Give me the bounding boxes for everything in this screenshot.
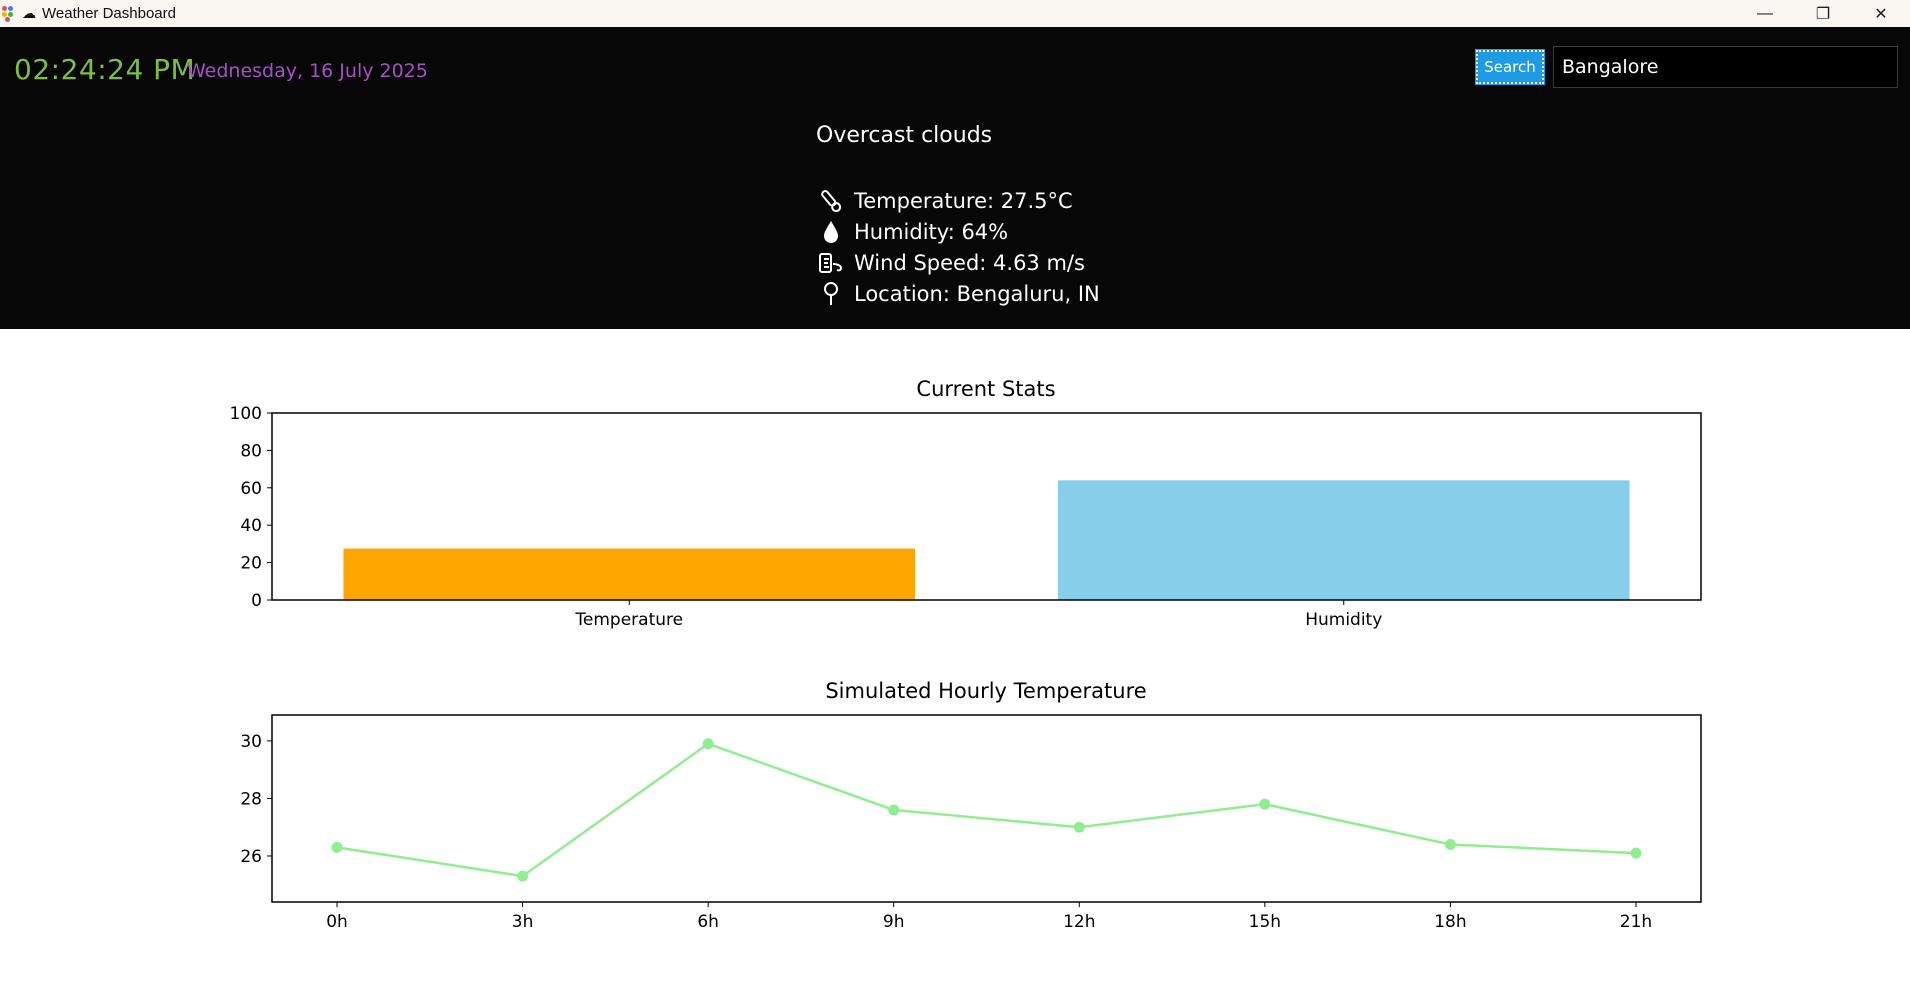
location-text: Location: Bengaluru, IN bbox=[854, 281, 1100, 306]
x-tick-label: 15h bbox=[1249, 912, 1281, 932]
window-title-group: ☁ Weather Dashboard bbox=[22, 5, 176, 22]
bar-temperature bbox=[343, 548, 916, 600]
restore-button[interactable]: ❐ bbox=[1794, 0, 1852, 27]
droplet-icon bbox=[816, 219, 846, 245]
y-tick-label: 60 bbox=[240, 479, 262, 499]
location-stat: Location: Bengaluru, IN bbox=[816, 278, 1100, 309]
y-tick-label: 30 bbox=[240, 732, 262, 752]
close-button[interactable]: ✕ bbox=[1852, 0, 1910, 27]
current-stats-chart: Current Stats Temperature Humidity 0 20 40 60… bbox=[230, 377, 1702, 630]
data-point bbox=[1073, 821, 1085, 833]
rain-cloud-icon: ☁ bbox=[22, 5, 36, 21]
x-tick-label: 0h bbox=[326, 912, 348, 932]
thermometer-icon bbox=[816, 188, 846, 214]
x-tick-label: 18h bbox=[1434, 912, 1466, 932]
clock: 02:24:24 PM bbox=[14, 53, 196, 86]
search-button[interactable]: Search bbox=[1475, 49, 1545, 85]
humidity-text: Humidity: 64% bbox=[854, 219, 1009, 244]
location-pin-icon bbox=[816, 281, 846, 307]
y-tick-label: 80 bbox=[240, 441, 262, 461]
minimize-button[interactable]: — bbox=[1736, 0, 1794, 27]
x-tick-label: Temperature bbox=[574, 610, 683, 630]
wind-icon bbox=[816, 250, 846, 276]
window-title: Weather Dashboard bbox=[42, 5, 176, 22]
data-point bbox=[517, 870, 529, 882]
y-tick-label: 26 bbox=[240, 847, 262, 867]
x-tick-label: 3h bbox=[512, 912, 534, 932]
data-point bbox=[702, 738, 714, 750]
bar-humidity bbox=[1057, 480, 1630, 600]
weather-stats: Temperature: 27.5°C Humidity: 64% Wind S… bbox=[816, 185, 1100, 309]
y-tick-label: 28 bbox=[240, 789, 262, 809]
data-point bbox=[1444, 838, 1456, 850]
temperature-text: Temperature: 27.5°C bbox=[854, 188, 1073, 213]
city-search-input[interactable] bbox=[1553, 46, 1898, 88]
data-point bbox=[1630, 847, 1642, 859]
y-tick-label: 40 bbox=[240, 516, 262, 536]
weather-header: 02:24:24 PM Wednesday, 16 July 2025 Sear… bbox=[0, 27, 1910, 329]
wind-speed-text: Wind Speed: 4.63 m/s bbox=[854, 250, 1085, 275]
humidity-stat: Humidity: 64% bbox=[816, 216, 1100, 247]
app-icon bbox=[2, 5, 14, 22]
temperature-stat: Temperature: 27.5°C bbox=[816, 185, 1100, 216]
hourly-temperature-line bbox=[336, 742, 1637, 878]
weather-condition: Overcast clouds bbox=[816, 123, 993, 148]
data-point bbox=[888, 804, 900, 816]
line-chart-frame bbox=[271, 714, 1702, 903]
y-tick-label: 100 bbox=[230, 404, 262, 424]
hourly-chart-title: Simulated Hourly Temperature bbox=[825, 679, 1146, 703]
charts-area: Current Stats Temperature Humidity 0 20 40 60… bbox=[230, 377, 1702, 932]
x-tick-label: 9h bbox=[883, 912, 905, 932]
current-stats-title: Current Stats bbox=[916, 377, 1055, 401]
x-tick-label: Humidity bbox=[1305, 610, 1382, 630]
y-tick-label: 20 bbox=[240, 554, 262, 574]
x-tick-label: 12h bbox=[1063, 912, 1095, 932]
x-tick-label: 21h bbox=[1620, 912, 1652, 932]
date-label: Wednesday, 16 July 2025 bbox=[187, 60, 428, 82]
hourly-temperature-chart: Simulated Hourly Temperature 0h 3h 6h 9h 12h… bbox=[240, 679, 1702, 932]
data-point bbox=[331, 841, 343, 853]
window-titlebar: ☁ Weather Dashboard — ❐ ✕ bbox=[0, 0, 1910, 28]
y-tick-label: 0 bbox=[251, 591, 262, 611]
bar-layer: Temperature Humidity 0 20 40 60 80 100 bbox=[230, 404, 1630, 630]
window-controls: — ❐ ✕ bbox=[1736, 0, 1910, 27]
data-point bbox=[1259, 798, 1271, 810]
x-tick-label: 6h bbox=[697, 912, 719, 932]
wind-stat: Wind Speed: 4.63 m/s bbox=[816, 247, 1100, 278]
